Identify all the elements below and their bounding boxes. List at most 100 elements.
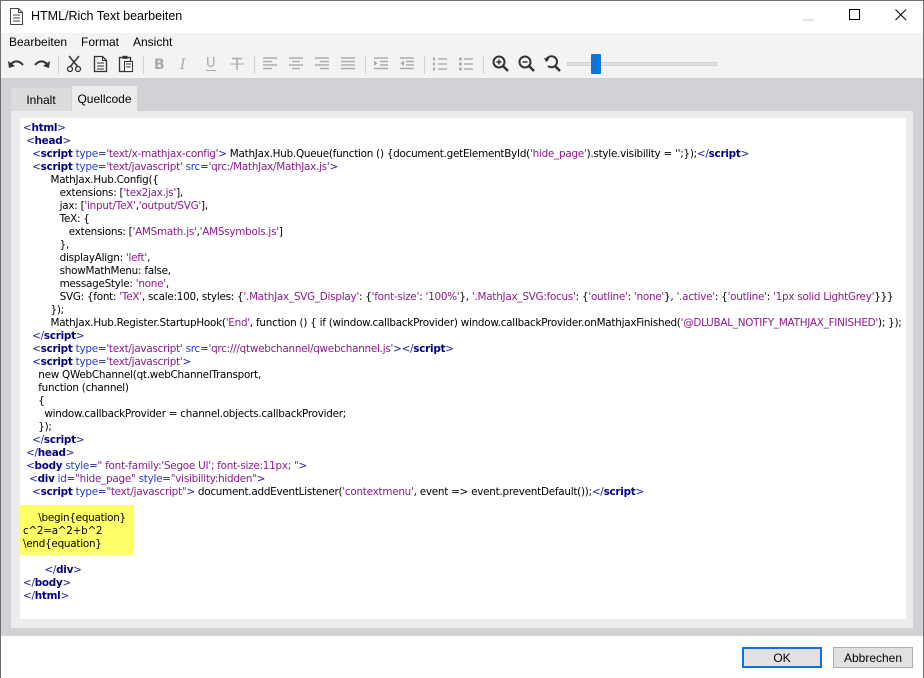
code-line: c^2=a^2+b^2 (23, 525, 103, 538)
align-left-icon (263, 57, 277, 73)
code-line: window.callbackProvider = channel.object… (23, 408, 346, 421)
italic-button[interactable]: I (174, 54, 196, 76)
code-token: 'qrc:///qtwebchannel/qwebchannel.js' (208, 343, 394, 355)
code-token: > (329, 161, 339, 173)
zoom-slider-thumb[interactable] (591, 54, 601, 74)
code-line: <div id="hide_page" style="visibility:hi… (23, 473, 265, 486)
close-button[interactable] (878, 1, 924, 32)
code-token: '@DLUBAL_NOTIFY_MATHJAX_FINISHED' (680, 317, 879, 329)
code-token: 'text/javascript' (106, 343, 183, 355)
undo-button[interactable] (5, 54, 27, 76)
indent-button[interactable] (370, 54, 392, 76)
code-line: }); (23, 304, 64, 317)
code-line: <script type='text/javascript'> (23, 356, 191, 369)
code-token: { (23, 395, 45, 407)
numbered-list-icon (433, 57, 447, 74)
code-token: }}} (874, 291, 894, 303)
tab-quellcode[interactable]: Quellcode (72, 86, 137, 111)
copy-button[interactable] (89, 54, 111, 76)
code-token: </ (26, 447, 38, 459)
zoom-out-button[interactable] (515, 54, 537, 76)
code-token: document.addEventListener( (194, 486, 343, 498)
tab-panel-quellcode: <html> <head> <script type='text/x-mathj… (11, 111, 913, 628)
dialog-window: HTML/Rich Text bearbeiten Bearbeiten For… (0, 0, 924, 678)
code-token: div (37, 473, 55, 485)
code-token: jax: [ (23, 200, 85, 212)
zoom-in-button[interactable] (489, 54, 511, 76)
menu-format[interactable]: Format (81, 35, 119, 49)
code-token: </ (696, 148, 709, 160)
strikethrough-icon (230, 57, 244, 74)
align-justify-icon (341, 57, 355, 73)
outdent-button[interactable] (396, 54, 418, 76)
code-token: > (62, 577, 72, 589)
bullet-list-button[interactable] (455, 54, 477, 76)
cancel-button[interactable]: Abbrechen (833, 647, 913, 668)
align-right-button[interactable] (311, 54, 333, 76)
document-icon (10, 8, 23, 25)
code-line: <body style=" font-family:'Segoe UI'; fo… (23, 460, 307, 473)
strikethrough-button[interactable] (226, 54, 248, 76)
bold-icon: B (153, 57, 165, 74)
code-token: type (72, 486, 98, 498)
align-left-button[interactable] (259, 54, 281, 76)
code-token: > (62, 135, 71, 147)
toolbar-separator (58, 56, 59, 74)
menu-ansicht[interactable]: Ansicht (133, 35, 172, 49)
code-token: '.active' (676, 291, 716, 303)
maximize-button[interactable] (832, 1, 878, 32)
numbered-list-button[interactable] (429, 54, 451, 76)
code-token: script (708, 148, 741, 160)
code-token: , (146, 252, 151, 264)
minimize-button[interactable] (786, 1, 832, 32)
code-token: 'output/SVG' (138, 200, 202, 212)
code-token: messageStyle: (23, 278, 136, 290)
cut-icon (66, 55, 82, 76)
code-token: ).style.visibility = '';}); (586, 148, 698, 160)
underline-icon: U (205, 56, 217, 75)
source-code-editor[interactable]: <html> <head> <script type='text/x-mathj… (20, 118, 906, 619)
underline-button[interactable]: U (200, 54, 222, 76)
code-token: script (43, 434, 76, 446)
menu-bearbeiten[interactable]: Bearbeiten (9, 35, 67, 49)
code-token: type (72, 356, 98, 368)
zoom-reset-button[interactable] (541, 54, 563, 76)
cut-button[interactable] (63, 54, 85, 76)
code-line: </script> (23, 330, 84, 343)
code-token: div (56, 564, 74, 576)
code-token: , (165, 278, 169, 290)
code-line: </html> (23, 590, 69, 603)
code-line: <head> (23, 135, 71, 148)
paste-icon (118, 55, 134, 76)
undo-icon (7, 57, 25, 74)
zoom-slider[interactable] (566, 53, 718, 75)
align-center-button[interactable] (285, 54, 307, 76)
tab-inhalt[interactable]: Inhalt (11, 88, 71, 111)
bold-button[interactable]: B (148, 54, 170, 76)
ok-button[interactable]: OK (742, 647, 822, 668)
code-token: = (66, 473, 76, 485)
code-token: showMathMenu: false, (23, 265, 171, 277)
redo-button[interactable] (31, 54, 53, 76)
minimize-icon (803, 10, 815, 24)
code-line: displayAlign: 'left', (23, 252, 151, 265)
code-token: }, (23, 239, 70, 251)
code-line: </head> (23, 447, 74, 460)
code-token: body (34, 577, 63, 589)
code-token: > (298, 460, 308, 472)
code-token: 'TeX' (119, 291, 142, 303)
tab-label: Inhalt (26, 92, 56, 107)
code-token: head (34, 135, 63, 147)
code-token: "visibility:hidden" (170, 473, 257, 485)
code-token: 'End' (225, 317, 250, 329)
bullet-list-icon (459, 57, 473, 74)
align-justify-button[interactable] (337, 54, 359, 76)
code-token: </ (23, 590, 35, 602)
paste-button[interactable] (115, 54, 137, 76)
code-line: MathJax.Hub.Register.StartupHook('End', … (23, 317, 901, 330)
